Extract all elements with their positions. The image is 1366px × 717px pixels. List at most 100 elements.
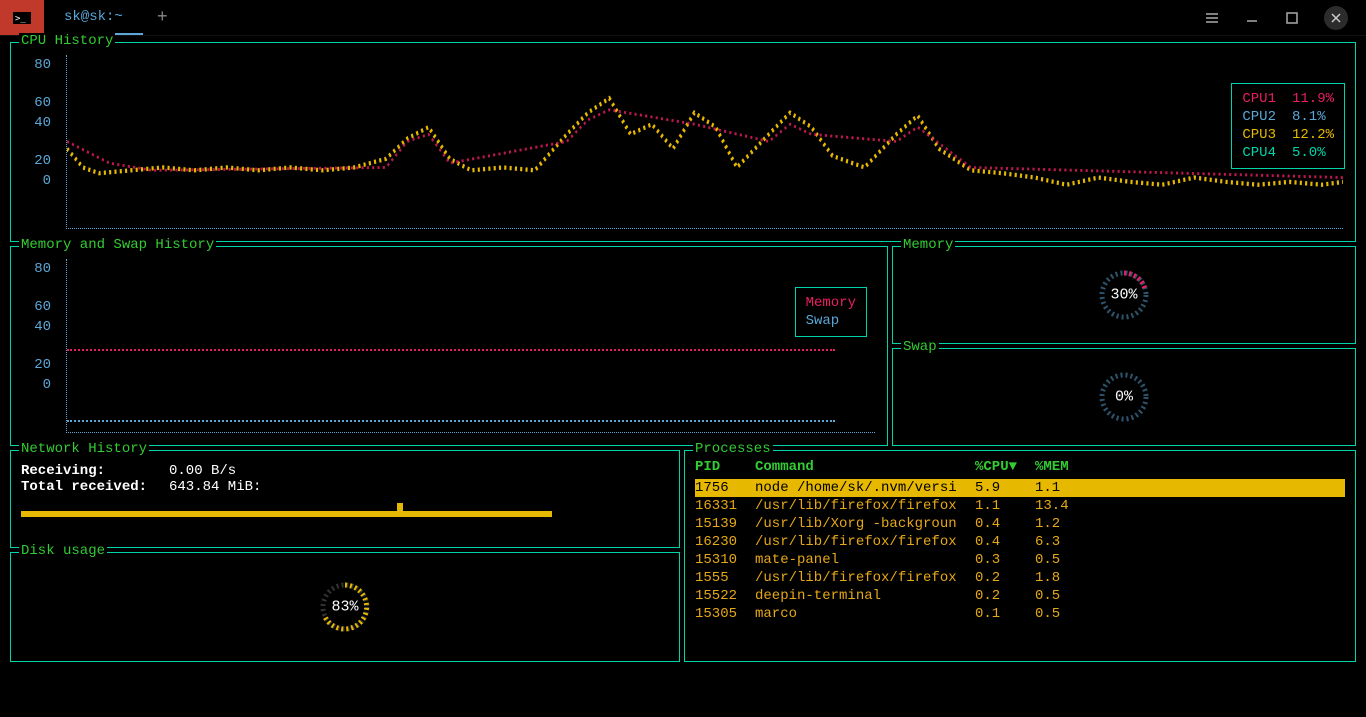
cpu-pct: 0.2 [975,569,1035,587]
command: /usr/lib/firefox/firefox [755,497,975,515]
process-row[interactable]: 15139/usr/lib/Xorg -backgroun0.41.2 [695,515,1345,533]
ytick: 40 [21,317,51,337]
processes-panel: Processes PID Command %CPU▼ %MEM 1756nod… [684,450,1356,662]
menu-button[interactable] [1204,10,1220,26]
swap-gauge-panel: Swap 0% [892,348,1356,446]
mem-pct: 1.8 [1035,569,1095,587]
swap-gauge: 0% [1089,369,1159,425]
cpu1-label: CPU1 [1242,90,1276,108]
minimize-button[interactable] [1244,10,1260,26]
ytick: 20 [21,151,51,171]
app-icon[interactable]: >_ [0,0,44,35]
swap-legend-label: Swap [806,312,856,330]
pid: 1756 [695,479,755,497]
memory-history-panel: Memory and Swap History 80 60 40 20 0 Me… [10,246,888,446]
cpu-chart [66,55,1343,229]
mem-pct: 13.4 [1035,497,1095,515]
pid: 1555 [695,569,755,587]
cpu-pct: 0.1 [975,605,1035,623]
cpu-pct: 0.4 [975,533,1035,551]
memory-gauge-value: 30% [1110,287,1137,304]
memory-line [67,349,835,351]
cpu3-value: 12.2% [1292,126,1334,144]
col-mem[interactable]: %MEM [1035,459,1095,475]
panel-title: Memory and Swap History [19,237,216,253]
pid: 16331 [695,497,755,515]
ytick: 20 [21,355,51,375]
total-received-value: 643.84 MiB: [169,479,261,495]
memory-gauge: 30% [1089,267,1159,323]
memory-gauge-panel: Memory 30% [892,246,1356,344]
cpu-pct: 0.4 [975,515,1035,533]
cpu-y-axis: 80 60 40 20 0 [21,55,51,191]
memory-legend-label: Memory [806,294,856,312]
command: deepin-terminal [755,587,975,605]
cpu-legend: CPU111.9% CPU28.1% CPU312.2% CPU45.0% [1231,83,1345,169]
cpu-pct: 0.2 [975,587,1035,605]
mem-y-axis: 80 60 40 20 0 [21,259,51,395]
ytick: 0 [21,375,51,395]
pid: 15139 [695,515,755,533]
terminal-tab[interactable]: sk@sk:~ [44,0,143,35]
cpu-history-panel: CPU History 80 60 40 20 0 CPU111.9% CPU2… [10,42,1356,242]
cpu4-value: 5.0% [1292,144,1326,162]
pid: 15310 [695,551,755,569]
panel-title: Disk usage [19,543,107,559]
cpu-pct: 5.9 [975,479,1035,497]
panel-title: Network History [19,441,149,457]
panel-title: Swap [901,339,939,355]
command: /usr/lib/firefox/firefox [755,569,975,587]
plus-icon: + [157,8,168,28]
command: mate-panel [755,551,975,569]
process-row[interactable]: 15522deepin-terminal0.20.5 [695,587,1345,605]
ytick: 60 [21,297,51,317]
close-button[interactable] [1324,6,1348,30]
pid: 15305 [695,605,755,623]
col-cpu[interactable]: %CPU▼ [975,459,1035,475]
mem-pct: 6.3 [1035,533,1095,551]
total-received-label: Total received: [21,479,161,495]
cpu2-value: 8.1% [1292,108,1326,126]
process-row[interactable]: 15305marco0.10.5 [695,605,1345,623]
disk-gauge: 83% [310,579,380,635]
pid: 15522 [695,587,755,605]
tab-title: sk@sk:~ [64,9,123,25]
monitor-content: CPU History 80 60 40 20 0 CPU1 11.9% CPU2… [0,36,1366,668]
processes-header: PID Command %CPU▼ %MEM [685,451,1355,479]
titlebar: >_ sk@sk:~ + [0,0,1366,36]
cpu3-label: CPU3 [1242,126,1276,144]
disk-panel: Disk usage 83% [10,552,680,662]
col-command[interactable]: Command [755,459,975,475]
network-sparkline [21,503,669,517]
mem-pct: 0.5 [1035,605,1095,623]
process-row[interactable]: 16230/usr/lib/firefox/firefox0.46.3 [695,533,1345,551]
mem-pct: 0.5 [1035,587,1095,605]
network-panel: Network History Receiving:0.00 B/s Total… [10,450,680,548]
mem-pct: 1.1 [1035,479,1095,497]
pid: 16230 [695,533,755,551]
cpu2-label: CPU2 [1242,108,1276,126]
panel-title: Processes [693,441,773,457]
titlebar-spacer [182,0,1204,35]
add-tab-button[interactable]: + [143,0,182,35]
panel-title: CPU History [19,33,115,49]
ytick: 0 [21,171,51,191]
process-row[interactable]: 1756node /home/sk/.nvm/versi5.91.1 [695,479,1345,497]
col-pid[interactable]: PID [695,459,755,475]
command: /usr/lib/Xorg -backgroun [755,515,975,533]
process-row[interactable]: 16331/usr/lib/firefox/firefox1.113.4 [695,497,1345,515]
receiving-value: 0.00 B/s [169,463,236,479]
maximize-button[interactable] [1284,10,1300,26]
window-controls [1204,0,1366,35]
cpu-pct: 0.3 [975,551,1035,569]
swap-gauge-value: 0% [1115,389,1133,406]
mem-pct: 0.5 [1035,551,1095,569]
process-row[interactable]: 1555/usr/lib/firefox/firefox0.21.8 [695,569,1345,587]
process-row[interactable]: 15310mate-panel0.30.5 [695,551,1345,569]
ytick: 40 [21,113,51,133]
svg-text:>_: >_ [15,14,26,24]
mem-legend: Memory Swap [795,287,867,337]
cpu1-value: 11.9% [1292,90,1334,108]
mem-pct: 1.2 [1035,515,1095,533]
command: node /home/sk/.nvm/versi [755,479,975,497]
